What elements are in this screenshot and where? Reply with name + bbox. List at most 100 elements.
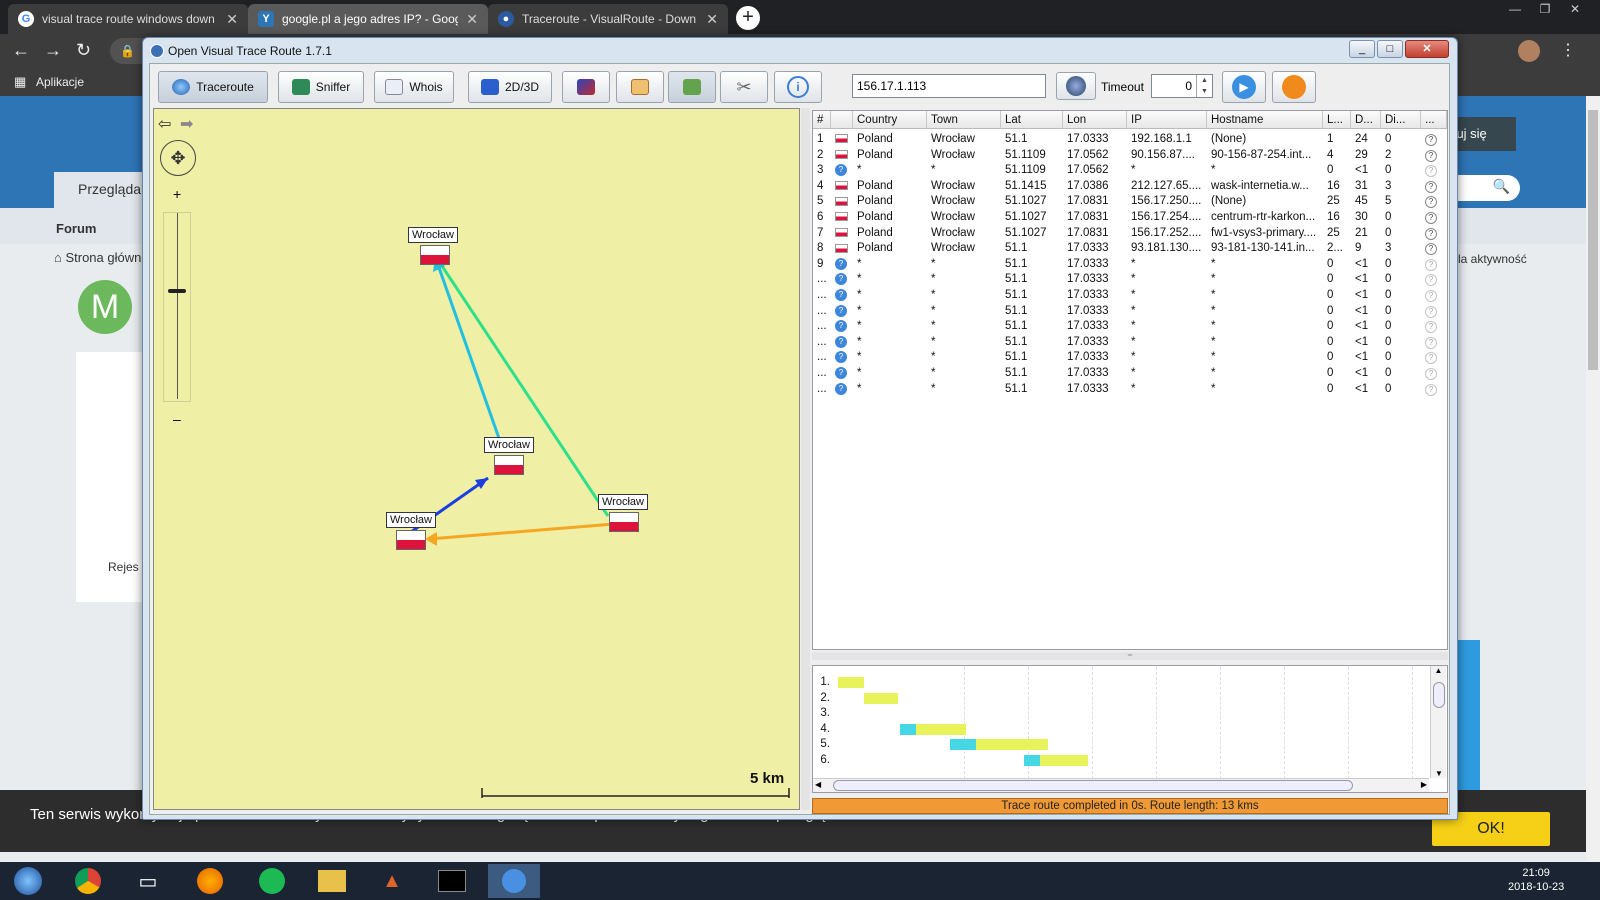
cell-whois[interactable]: ? <box>1421 303 1447 319</box>
table-row[interactable]: ...? * * 51.1 17.0333 * * 0 <1 0? <box>813 334 1447 350</box>
column-header[interactable]: IP <box>1127 111 1207 129</box>
column-header[interactable]: # <box>813 111 831 129</box>
table-row[interactable]: 3? * * 51.1109 17.0562 * * 0 <1 0? <box>813 162 1447 178</box>
whois-question-icon[interactable]: ? <box>1425 352 1437 365</box>
column-header[interactable]: Town <box>927 111 1001 129</box>
whois-question-icon[interactable]: ? <box>1425 383 1437 396</box>
close-window-icon[interactable]: ✕ <box>1560 0 1590 18</box>
apps-grid-icon[interactable]: ▦ <box>14 74 26 90</box>
matlab-icon[interactable]: ▲ <box>366 864 418 898</box>
reload-icon[interactable]: ↻ <box>76 40 91 61</box>
map-node[interactable]: Wrocław <box>598 494 648 532</box>
minimize-icon[interactable]: — <box>1500 0 1530 18</box>
activity-link[interactable]: la aktywność <box>1458 252 1527 266</box>
sniffer-button[interactable]: Sniffer <box>278 71 364 103</box>
timeline-hscrollbar[interactable]: ◀ ▶ <box>813 778 1429 792</box>
view-2d3d-button[interactable]: 2D/3D <box>468 71 552 103</box>
map-export-button[interactable] <box>562 71 610 103</box>
cell-whois[interactable]: ? <box>1421 334 1447 350</box>
cell-whois[interactable]: ? <box>1421 178 1447 194</box>
bookmarks-apps-label[interactable]: Aplikacje <box>36 75 84 89</box>
cell-whois[interactable]: ? <box>1421 318 1447 334</box>
whois-question-icon[interactable]: ? <box>1425 149 1437 162</box>
table-row[interactable]: 7 Poland Wrocław 51.1027 17.0831 156.17.252..… <box>813 225 1447 241</box>
whois-question-icon[interactable]: ? <box>1425 336 1437 349</box>
whois-question-icon[interactable]: ? <box>1425 165 1437 178</box>
cell-whois[interactable]: ? <box>1421 131 1447 147</box>
app-close-button[interactable]: ✕ <box>1405 40 1449 58</box>
table-row[interactable]: ...? * * 51.1 17.0333 * * 0 <1 0? <box>813 365 1447 381</box>
about-button[interactable]: i <box>774 71 822 103</box>
whois-question-icon[interactable]: ? <box>1425 180 1437 193</box>
table-row[interactable]: ...? * * 51.1 17.0333 * * 0 <1 0? <box>813 318 1447 334</box>
map-node[interactable]: Wrocław <box>408 227 458 265</box>
taskbar-clock[interactable]: 21:09 2018-10-23 <box>1508 866 1564 894</box>
whois-question-icon[interactable]: ? <box>1425 243 1437 256</box>
explorer-icon[interactable] <box>306 864 358 898</box>
whois-question-icon[interactable]: ? <box>1425 134 1437 146</box>
start-trace-button[interactable]: ▶ <box>1222 71 1266 103</box>
whois-question-icon[interactable]: ? <box>1425 196 1437 209</box>
table-row[interactable]: 5 Poland Wrocław 51.1027 17.0831 156.17.250..… <box>813 193 1447 209</box>
column-header[interactable]: L... <box>1323 111 1351 129</box>
cell-whois[interactable]: ? <box>1421 271 1447 287</box>
whois-button[interactable]: Whois <box>374 71 454 103</box>
spin-up-icon[interactable]: ▲ <box>1197 75 1212 86</box>
cell-whois[interactable]: ? <box>1421 287 1447 303</box>
whois-question-icon[interactable]: ? <box>1425 368 1437 380</box>
table-row[interactable]: ...? * * 51.1 17.0333 * * 0 <1 0? <box>813 287 1447 303</box>
timeline-vscrollbar[interactable]: ▲ ▼ <box>1430 666 1446 778</box>
stop-trace-button[interactable] <box>1272 71 1316 103</box>
table-row[interactable]: 1 Poland Wrocław 51.1 17.0333 192.168.1.1 (Non… <box>813 131 1447 147</box>
page-nav-item[interactable]: Przegląda <box>78 181 141 197</box>
cell-whois[interactable]: ? <box>1421 209 1447 225</box>
locate-button[interactable] <box>1056 72 1096 100</box>
whois-question-icon[interactable]: ? <box>1425 212 1437 224</box>
cell-whois[interactable]: ? <box>1421 193 1447 209</box>
close-icon[interactable]: ✕ <box>466 11 478 28</box>
scroll-right-icon[interactable]: ▶ <box>1421 780 1427 789</box>
scroll-up-icon[interactable]: ▲ <box>1431 666 1446 675</box>
tab-search[interactable]: Gvisual trace route windows down ✕ <box>8 4 248 34</box>
vertical-splitter[interactable] <box>801 108 810 810</box>
restore-icon[interactable]: ❐ <box>1530 0 1560 18</box>
table-row[interactable]: 2 Poland Wrocław 51.1109 17.0562 90.156.87...… <box>813 147 1447 163</box>
export-button[interactable] <box>668 71 716 103</box>
column-header[interactable]: Hostname <box>1207 111 1323 129</box>
table-row[interactable]: ...? * * 51.1 17.0333 * * 0 <1 0? <box>813 303 1447 319</box>
app-maximize-button[interactable]: □ <box>1377 40 1403 58</box>
cell-whois[interactable]: ? <box>1421 147 1447 163</box>
start-icon[interactable] <box>2 864 54 898</box>
profile-avatar[interactable] <box>1518 40 1540 62</box>
map-node[interactable]: Wrocław <box>484 437 534 475</box>
clipboard-button[interactable] <box>616 71 664 103</box>
whois-question-icon[interactable]: ? <box>1425 290 1437 302</box>
scrollbar-thumb[interactable] <box>1588 110 1598 370</box>
forum-link[interactable]: Forum <box>56 221 96 236</box>
column-header[interactable]: ... <box>1421 111 1447 129</box>
table-row[interactable]: 9? * * 51.1 17.0333 * * 0 <1 0? <box>813 256 1447 272</box>
scroll-thumb[interactable] <box>833 780 1353 791</box>
whois-question-icon[interactable]: ? <box>1425 321 1437 334</box>
settings-button[interactable]: ✂ <box>720 71 768 103</box>
chrome-icon[interactable] <box>62 864 114 898</box>
breadcrumb[interactable]: ⌂ Strona główn <box>54 250 141 265</box>
scroll-left-icon[interactable]: ◀ <box>815 780 821 789</box>
column-header[interactable]: Lat <box>1001 111 1063 129</box>
spin-down-icon[interactable]: ▼ <box>1197 86 1212 97</box>
column-header[interactable]: D... <box>1351 111 1381 129</box>
horizontal-splitter[interactable]: ═ <box>812 652 1448 660</box>
column-header[interactable]: Lon <box>1063 111 1127 129</box>
ovtr-taskbar-icon[interactable] <box>488 864 540 898</box>
table-row[interactable]: 4 Poland Wrocław 51.1415 17.0386 212.127.65..… <box>813 178 1447 194</box>
whois-question-icon[interactable]: ? <box>1425 227 1437 240</box>
new-tab-button[interactable]: + <box>736 6 760 30</box>
traceroute-button[interactable]: Traceroute <box>158 71 268 103</box>
files-icon[interactable]: ▭ <box>122 864 174 898</box>
back-icon[interactable]: ← <box>12 40 30 61</box>
whois-question-icon[interactable]: ? <box>1425 305 1437 318</box>
search-icon[interactable]: 🔍 <box>1493 178 1510 195</box>
close-icon[interactable]: ✕ <box>226 11 238 28</box>
map-node[interactable]: Wrocław <box>386 512 436 550</box>
whois-question-icon[interactable]: ? <box>1425 274 1437 287</box>
